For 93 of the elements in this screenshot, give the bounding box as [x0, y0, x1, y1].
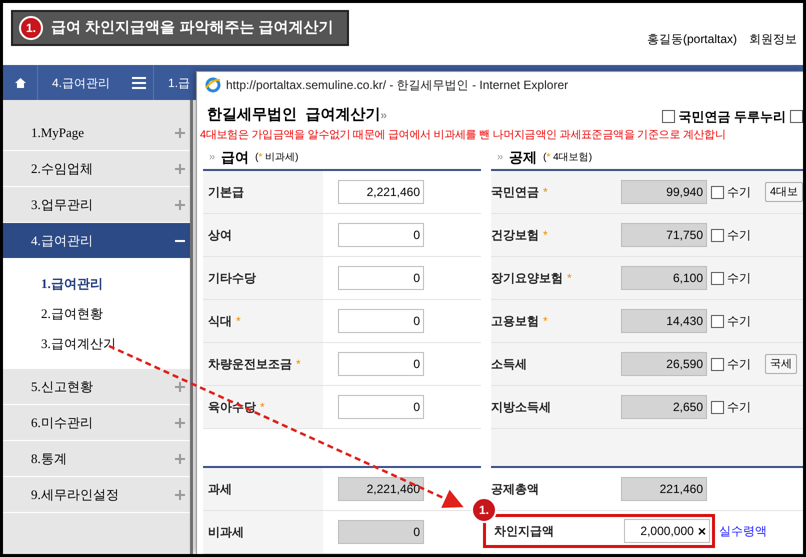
nav-item[interactable]: 1.급 — [168, 74, 190, 92]
amount-field: 2,650 — [621, 395, 707, 419]
page-heading: 한길세무법인 급여계산기» — [207, 105, 388, 125]
plus-icon — [175, 454, 185, 464]
home-icon[interactable] — [14, 78, 26, 88]
row-label: 차인지급액 — [494, 523, 554, 540]
required-mark: * — [567, 270, 572, 287]
amount-field[interactable]: 0 — [338, 266, 424, 290]
row-label: 비과세 — [208, 524, 244, 541]
section-note: (* 비과세) — [255, 150, 298, 164]
checkbox[interactable] — [662, 110, 676, 124]
row-label: 기본급 — [208, 184, 244, 201]
plus-icon — [175, 490, 185, 500]
row-label: 장기요양보험 — [491, 270, 563, 287]
row-label: 상여 — [208, 227, 232, 244]
checkbox-label: 수기 — [727, 356, 751, 373]
amount-field[interactable]: 2,000,000 × — [624, 519, 710, 543]
section-title: 공제 — [509, 148, 538, 166]
row-label: 과세 — [208, 481, 232, 498]
plus-icon — [175, 200, 185, 210]
browser-icon — [205, 77, 221, 93]
plus-icon — [175, 164, 185, 174]
row-label: 공제총액 — [491, 481, 539, 498]
section-note: (* 4대보험) — [543, 150, 592, 164]
checkbox-label: 국민연금 두루누리 — [678, 108, 786, 126]
row-label: 국민연금 — [491, 184, 539, 201]
required-mark: * — [543, 184, 548, 201]
checkbox[interactable] — [790, 110, 803, 124]
notice-text: 4대보험은 가입금액을 알수없기 때문에 급여에서 비과세를 뺀 나머지금액인 과세표준금액을 기준으로 계산합니 — [199, 128, 727, 142]
clear-button[interactable]: × — [698, 520, 706, 542]
amount-field: 14,430 — [621, 309, 707, 333]
amount-field[interactable]: 0 — [338, 223, 424, 247]
amount-field[interactable]: 0 — [338, 395, 424, 419]
step-badge: 1. — [471, 497, 497, 523]
checkbox-label: 수기 — [727, 313, 751, 330]
total-field: 221,460 — [621, 477, 707, 501]
row-label: 식대 — [208, 313, 232, 330]
checkbox[interactable] — [711, 272, 724, 284]
row-label: 지방소득세 — [491, 399, 551, 416]
submenu-item[interactable]: 2.급여현황 — [3, 299, 190, 329]
sidebar-item[interactable]: 5.신고현황 — [3, 369, 190, 405]
plus-icon — [175, 418, 185, 428]
checkbox-label: 수기 — [727, 227, 751, 244]
checkbox[interactable] — [711, 358, 724, 370]
plus-icon — [175, 382, 185, 392]
amount-field: 6,100 — [621, 266, 707, 290]
row-label: 차량운전보조금 — [208, 356, 292, 373]
checkbox-label: 수기 — [727, 184, 751, 201]
row-label: 건강보험 — [491, 227, 539, 244]
row-label: 소득세 — [491, 356, 527, 373]
checkbox-label: 수기 — [727, 270, 751, 287]
small-button[interactable]: 4대보 — [765, 182, 803, 202]
menu-icon[interactable] — [132, 76, 146, 88]
sidebar-item[interactable]: 6.미수관리 — [3, 405, 190, 441]
amount-field: 71,750 — [621, 223, 707, 247]
required-mark: * — [236, 313, 241, 330]
sidebar-item[interactable]: 4.급여관리 — [3, 223, 190, 259]
amount-field[interactable]: 2,221,460 — [338, 180, 424, 204]
nav-item[interactable]: 4.급여관리 — [52, 74, 110, 92]
required-mark: * — [543, 227, 548, 244]
required-mark: * — [543, 313, 548, 330]
user-name: 홍길동(portaltax) — [646, 31, 737, 48]
sidebar-item[interactable]: 1.MyPage — [3, 115, 190, 151]
amount-field[interactable]: 0 — [338, 352, 424, 376]
amount-field[interactable]: 0 — [338, 309, 424, 333]
checkbox-label: 수기 — [727, 399, 751, 416]
amount-field: 99,940 — [621, 180, 707, 204]
section-marker: » — [209, 150, 216, 165]
sidebar-item[interactable]: 8.통계 — [3, 441, 190, 477]
sidebar-item[interactable]: 2.수임업체 — [3, 151, 190, 187]
row-label: 고용보험 — [491, 313, 539, 330]
checkbox[interactable] — [711, 186, 724, 198]
amount-field: 26,590 — [621, 352, 707, 376]
total-field: 2,221,460 — [338, 477, 424, 501]
sidebar-item[interactable]: 9.세무라인설정 — [3, 477, 190, 513]
checkbox[interactable] — [711, 228, 724, 242]
section-marker: » — [497, 150, 504, 165]
required-mark: * — [296, 356, 301, 373]
checkbox[interactable] — [711, 400, 724, 414]
submenu-item[interactable]: 3.급여계산기 — [3, 329, 190, 359]
window-title: http://portaltax.semuline.co.kr/ - 한길세무법인 - Internet Explorer — [226, 77, 568, 94]
submenu-item[interactable]: 1.급여관리 — [3, 269, 190, 299]
row-label: 기타수당 — [208, 270, 256, 287]
step-badge: 1. — [19, 16, 43, 40]
plus-icon — [175, 128, 185, 138]
member-info-link[interactable]: 회원정보 — [749, 30, 797, 48]
required-mark: * — [260, 399, 265, 416]
total-field: 0 — [338, 520, 424, 544]
section-title: 급여 — [221, 148, 250, 166]
callout-text: 급여 차인지급액을 파악해주는 급여계산기 — [51, 18, 334, 38]
net-pay-link[interactable]: 실수령액 — [719, 522, 767, 540]
small-button[interactable]: 국세 — [765, 354, 797, 374]
checkbox[interactable] — [711, 314, 724, 328]
